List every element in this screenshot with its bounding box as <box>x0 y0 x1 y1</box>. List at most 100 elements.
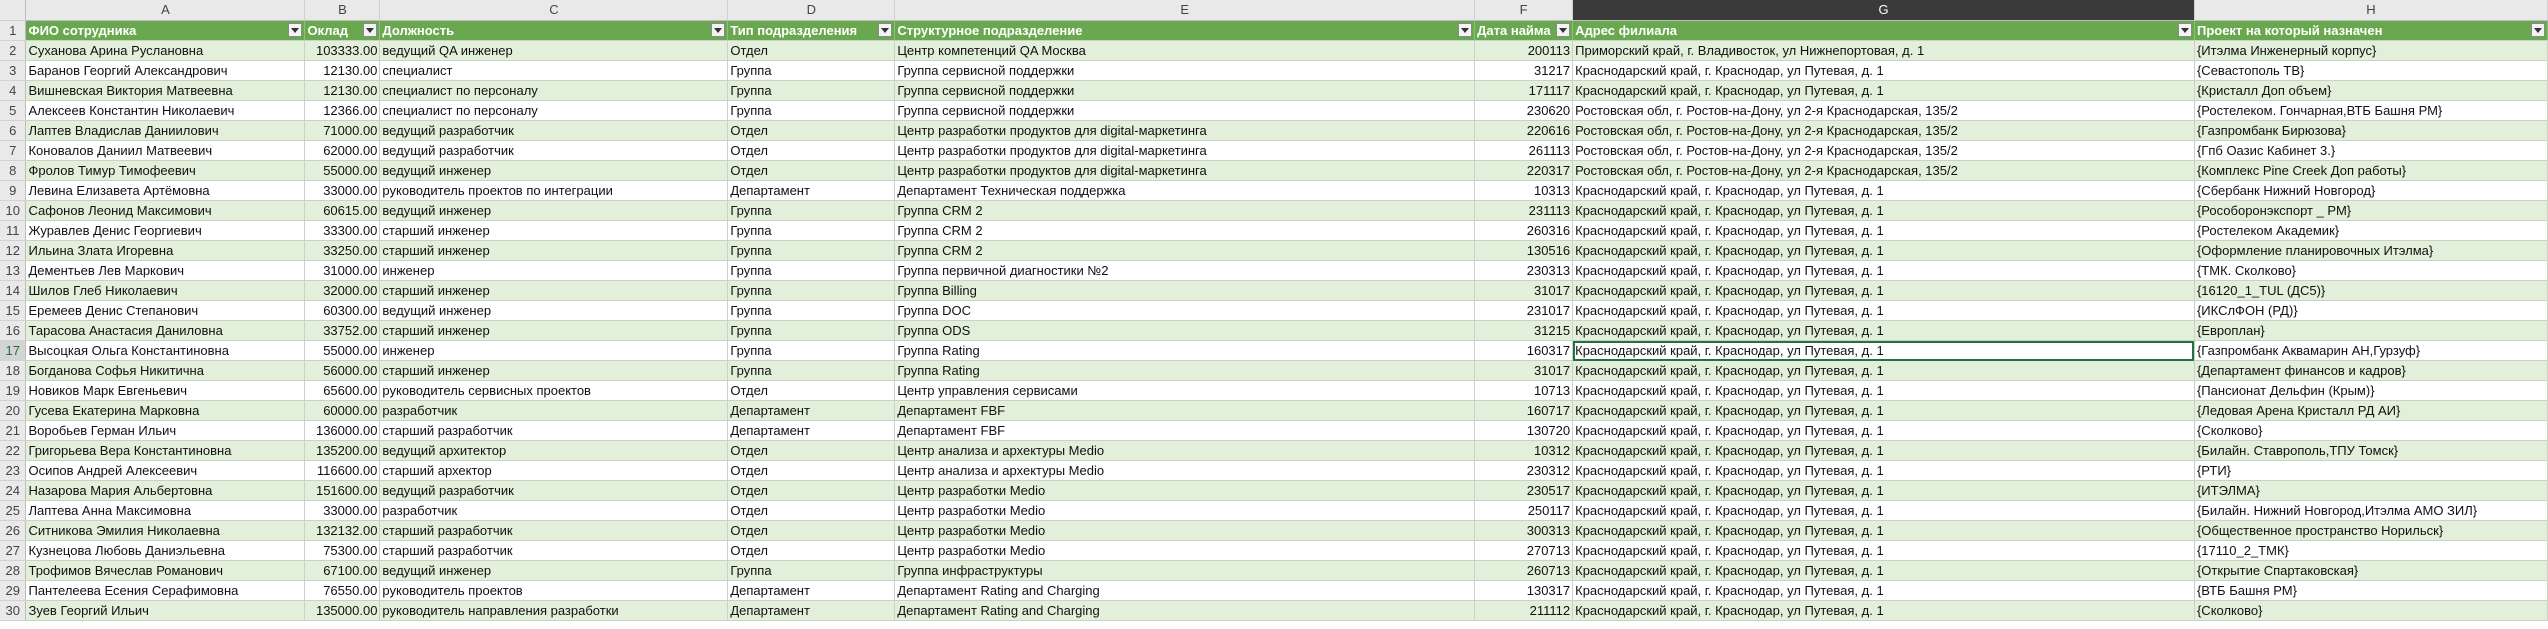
header-cell-hire-date[interactable]: Дата найма <box>1474 20 1574 41</box>
filter-dropdown-icon[interactable] <box>878 23 893 37</box>
cell-project[interactable]: {Пансионат Дельфин (Крым)} <box>2194 380 2548 401</box>
cell-hire-date[interactable]: 220317 <box>1474 160 1574 181</box>
cell-salary[interactable]: 12130.00 <box>304 80 381 101</box>
cell-position[interactable]: старший инженер <box>379 360 729 381</box>
cell-unit[interactable]: Группа сервисной поддержки <box>894 80 1476 101</box>
cell-address[interactable]: Ростовская обл, г. Ростов-на-Дону, ул 2-… <box>1572 140 2195 161</box>
cell-salary[interactable]: 132132.00 <box>304 520 381 541</box>
cell-unit-type[interactable]: Группа <box>727 360 896 381</box>
cell-fio[interactable]: Баранов Георгий Александрович <box>25 60 306 81</box>
cell-unit-type[interactable]: Департамент <box>727 180 896 201</box>
cell-unit[interactable]: Департамент Техническая поддержка <box>894 180 1476 201</box>
cell-fio[interactable]: Гусева Екатерина Марковна <box>25 400 306 421</box>
cell-project[interactable]: {Общественное пространство Норильск} <box>2194 520 2548 541</box>
cell-unit-type[interactable]: Группа <box>727 280 896 301</box>
cell-position[interactable]: старший разработчик <box>379 520 729 541</box>
cell-fio[interactable]: Трофимов Вячеслав Романович <box>25 560 306 581</box>
cell-position[interactable]: ведущий архитектор <box>379 440 729 461</box>
header-cell-position[interactable]: Должность <box>379 20 729 41</box>
cell-address[interactable]: Краснодарский край, г. Краснодар, ул Пут… <box>1572 480 2195 501</box>
cell-unit[interactable]: Группа Rating <box>894 340 1476 361</box>
cell-project[interactable]: {ИКСлФОН (РД)} <box>2194 300 2548 321</box>
column-header-c[interactable]: C <box>379 0 729 21</box>
cell-address[interactable]: Ростовская обл, г. Ростов-на-Дону, ул 2-… <box>1572 160 2195 181</box>
cell-hire-date[interactable]: 230620 <box>1474 100 1574 121</box>
cell-hire-date[interactable]: 31217 <box>1474 60 1574 81</box>
row-header[interactable]: 25 <box>0 500 27 521</box>
cell-project[interactable]: {Оформление планировочных Итэлма} <box>2194 240 2548 261</box>
cell-salary[interactable]: 136000.00 <box>304 420 381 441</box>
cell-salary[interactable]: 12130.00 <box>304 60 381 81</box>
cell-hire-date[interactable]: 130720 <box>1474 420 1574 441</box>
cell-position[interactable]: ведущий инженер <box>379 200 729 221</box>
cell-fio[interactable]: Ильина Злата Игоревна <box>25 240 306 261</box>
cell-position[interactable]: руководитель сервисных проектов <box>379 380 729 401</box>
cell-fio[interactable]: Шилов Глеб Николаевич <box>25 280 306 301</box>
cell-salary[interactable]: 33300.00 <box>304 220 381 241</box>
cell-salary[interactable]: 33752.00 <box>304 320 381 341</box>
cell-hire-date[interactable]: 250117 <box>1474 500 1574 521</box>
cell-unit-type[interactable]: Группа <box>727 100 896 121</box>
cell-unit-type[interactable]: Отдел <box>727 500 896 521</box>
cell-hire-date[interactable]: 31215 <box>1474 320 1574 341</box>
cell-project[interactable]: {Газпромбанк Бирюзова} <box>2194 120 2548 141</box>
cell-unit-type[interactable]: Группа <box>727 60 896 81</box>
cell-fio[interactable]: Дементьев Лев Маркович <box>25 260 306 281</box>
cell-address[interactable]: Краснодарский край, г. Краснодар, ул Пут… <box>1572 200 2195 221</box>
cell-fio[interactable]: Богданова Софья Никитична <box>25 360 306 381</box>
cell-position[interactable]: разработчик <box>379 500 729 521</box>
header-cell-unit[interactable]: Структурное подразделение <box>894 20 1476 41</box>
cell-project[interactable]: {Ростелеком Академик} <box>2194 220 2548 241</box>
cell-position[interactable]: ведущий разработчик <box>379 120 729 141</box>
cell-salary[interactable]: 67100.00 <box>304 560 381 581</box>
cell-hire-date[interactable]: 10713 <box>1474 380 1574 401</box>
cell-unit-type[interactable]: Группа <box>727 240 896 261</box>
column-header-d[interactable]: D <box>727 0 896 21</box>
cell-unit-type[interactable]: Группа <box>727 260 896 281</box>
cell-unit[interactable]: Группа CRM 2 <box>894 220 1476 241</box>
cell-unit[interactable]: Группа первичной диагностики №2 <box>894 260 1476 281</box>
cell-project[interactable]: {ИТЭЛМА} <box>2194 480 2548 501</box>
cell-fio[interactable]: Еремеев Денис Степанович <box>25 300 306 321</box>
cell-position[interactable]: специалист по персоналу <box>379 100 729 121</box>
cell-fio[interactable]: Пантелеева Есения Серафимовна <box>25 580 306 601</box>
filter-dropdown-icon[interactable] <box>288 23 303 37</box>
cell-unit-type[interactable]: Отдел <box>727 120 896 141</box>
cell-unit-type[interactable]: Отдел <box>727 140 896 161</box>
row-header[interactable]: 17 <box>0 340 27 361</box>
cell-project[interactable]: {Европлан} <box>2194 320 2548 341</box>
row-header[interactable]: 22 <box>0 440 27 461</box>
cell-address[interactable]: Краснодарский край, г. Краснодар, ул Пут… <box>1572 300 2195 321</box>
cell-position[interactable]: разработчик <box>379 400 729 421</box>
cell-unit-type[interactable]: Группа <box>727 200 896 221</box>
cell-position[interactable]: старший инженер <box>379 240 729 261</box>
cell-address[interactable]: Ростовская обл, г. Ростов-на-Дону, ул 2-… <box>1572 100 2195 121</box>
row-header[interactable]: 9 <box>0 180 27 201</box>
cell-address[interactable]: Приморский край, г. Владивосток, ул Нижн… <box>1572 40 2195 61</box>
cell-position[interactable]: старший разработчик <box>379 540 729 561</box>
row-header[interactable]: 23 <box>0 460 27 481</box>
cell-position[interactable]: специалист <box>379 60 729 81</box>
cell-unit[interactable]: Группа сервисной поддержки <box>894 60 1476 81</box>
cell-fio[interactable]: Высоцкая Ольга Константиновна <box>25 340 306 361</box>
cell-hire-date[interactable]: 31017 <box>1474 360 1574 381</box>
cell-salary[interactable]: 60000.00 <box>304 400 381 421</box>
cell-unit[interactable]: Центр разработки Medio <box>894 520 1476 541</box>
row-header[interactable]: 8 <box>0 160 27 181</box>
row-header[interactable]: 20 <box>0 400 27 421</box>
cell-project[interactable]: {Департамент финансов и кадров} <box>2194 360 2548 381</box>
cell-address[interactable]: Краснодарский край, г. Краснодар, ул Пут… <box>1572 580 2195 601</box>
cell-address[interactable]: Краснодарский край, г. Краснодар, ул Пут… <box>1572 560 2195 581</box>
cell-position[interactable]: руководитель проектов <box>379 580 729 601</box>
cell-hire-date[interactable]: 10312 <box>1474 440 1574 461</box>
cell-hire-date[interactable]: 31017 <box>1474 280 1574 301</box>
cell-salary[interactable]: 151600.00 <box>304 480 381 501</box>
cell-fio[interactable]: Кузнецова Любовь Даниэльевна <box>25 540 306 561</box>
cell-fio[interactable]: Лаптева Анна Максимовна <box>25 500 306 521</box>
cell-address[interactable]: Краснодарский край, г. Краснодар, ул Пут… <box>1572 540 2195 561</box>
cell-project[interactable]: {Гпб Оазис Кабинет 3.} <box>2194 140 2548 161</box>
cell-address[interactable]: Краснодарский край, г. Краснодар, ул Пут… <box>1572 180 2195 201</box>
row-header[interactable]: 7 <box>0 140 27 161</box>
cell-unit[interactable]: Группа DOC <box>894 300 1476 321</box>
cell-unit[interactable]: Центр разработки Medio <box>894 500 1476 521</box>
